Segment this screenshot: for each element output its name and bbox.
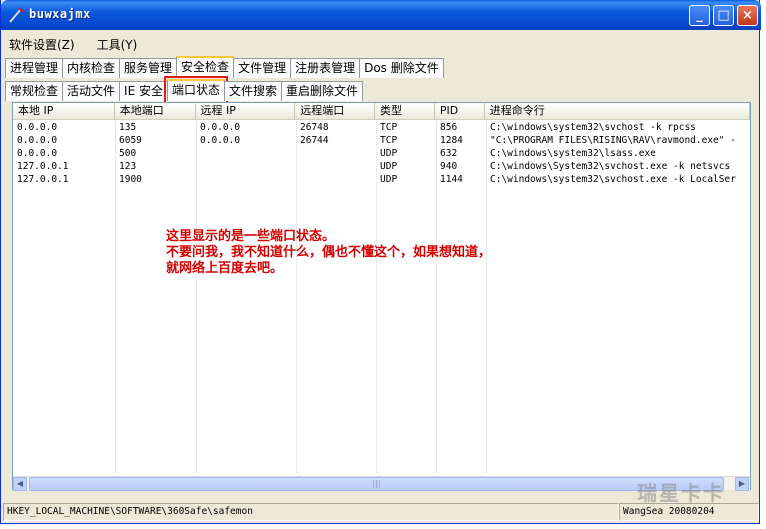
cell-command-line: C:\windows\system32\svchost -k rpcss bbox=[490, 122, 696, 133]
tab-reboot-delete[interactable]: 重启删除文件 bbox=[281, 81, 364, 101]
tab-dos-delete[interactable]: Dos 删除文件 bbox=[359, 58, 444, 78]
tab-registry[interactable]: 注册表管理 bbox=[290, 58, 361, 78]
table-row[interactable]: 0.0.0.0 500 UDP 632 C:\windows\system32\… bbox=[13, 147, 750, 160]
cell-local-port: 123 bbox=[119, 161, 137, 172]
cell-pid: 1144 bbox=[440, 174, 463, 185]
annotation-text: 这里显示的是一些端口状态。 不要问我，我不知道什么，偶也不懂这个，如果想知道， … bbox=[166, 229, 606, 277]
watermark-logo: 瑞星卡卡 bbox=[637, 481, 725, 505]
tab-port-status[interactable]: 端口状态 bbox=[163, 76, 228, 104]
cell-command-line: C:\windows\System32\svchost.exe -k netsv… bbox=[490, 161, 731, 172]
sub-tab-bar: 常规检查 活动文件 IE 安全 端口状态 文件搜索 重启删除文件 bbox=[5, 76, 364, 104]
cell-remote-ip bbox=[196, 160, 296, 173]
table-header: 本地 IP 本地端口 远程 IP 远程端口 类型 PID 进程命令行 bbox=[13, 103, 750, 120]
cell-local-ip: 0.0.0.0 bbox=[17, 122, 58, 133]
table-row[interactable]: 127.0.0.1 123 UDP 940 C:\windows\System3… bbox=[13, 160, 750, 173]
cell-type: TCP bbox=[380, 122, 398, 133]
menu-tools[interactable]: 工具(Y) bbox=[93, 36, 142, 54]
cell-pid: 940 bbox=[440, 161, 458, 172]
tab-general-check[interactable]: 常规检查 bbox=[5, 81, 64, 101]
cell-remote-port: 26744 bbox=[300, 135, 329, 146]
scroll-left-icon[interactable]: ◀ bbox=[13, 477, 27, 491]
cell-remote-port: 26748 bbox=[300, 122, 329, 133]
cell-remote-ip: 0.0.0.0 bbox=[200, 122, 241, 133]
cell-pid: 856 bbox=[440, 122, 458, 133]
column-remote-ip[interactable]: 远程 IP bbox=[195, 103, 296, 119]
tab-ie-security[interactable]: IE 安全 bbox=[119, 81, 168, 101]
cell-remote-ip: 0.0.0.0 bbox=[200, 135, 241, 146]
cell-local-ip: 127.0.0.1 bbox=[17, 174, 69, 185]
cell-command-line: C:\windows\system32\svchost.exe -k Local… bbox=[490, 174, 736, 185]
title-bar[interactable]: buwxajmx _ □ × bbox=[1, 0, 761, 30]
column-type[interactable]: 类型 bbox=[375, 103, 435, 119]
column-command-line[interactable]: 进程命令行 bbox=[484, 103, 750, 119]
table-row[interactable]: 0.0.0.0 135 0.0.0.0 26748 TCP 856 C:\win… bbox=[13, 121, 750, 134]
cell-type: TCP bbox=[380, 135, 398, 146]
status-registry-path: HKEY_LOCAL_MACHINE\SOFTWARE\360Safe\safe… bbox=[3, 503, 619, 521]
port-table[interactable]: 本地 IP 本地端口 远程 IP 远程端口 类型 PID 进程命令行 0.0.0… bbox=[12, 102, 751, 490]
column-remote-port[interactable]: 远程端口 bbox=[295, 103, 376, 119]
cell-local-port: 6059 bbox=[119, 135, 142, 146]
table-body: 0.0.0.0 135 0.0.0.0 26748 TCP 856 C:\win… bbox=[13, 121, 750, 186]
cell-local-ip: 127.0.0.1 bbox=[17, 161, 69, 172]
tab-files[interactable]: 文件管理 bbox=[233, 58, 292, 78]
cell-command-line: "C:\PROGRAM FILES\RISING\RAV\ravmond.exe… bbox=[490, 135, 736, 146]
table-row[interactable]: 0.0.0.0 6059 0.0.0.0 26744 TCP 1284 "C:\… bbox=[13, 134, 750, 147]
menu-bar: 软件设置(Z) 工具(Y) bbox=[5, 36, 141, 54]
close-button[interactable]: × bbox=[737, 5, 758, 26]
annotation-line: 就网络上百度去吧。 bbox=[166, 261, 284, 276]
tab-process[interactable]: 进程管理 bbox=[5, 58, 64, 78]
cell-type: UDP bbox=[380, 161, 398, 172]
minimize-button[interactable]: _ bbox=[689, 5, 710, 26]
tab-services[interactable]: 服务管理 bbox=[119, 58, 178, 78]
scroll-thumb[interactable]: ||| bbox=[29, 477, 724, 491]
cell-remote-port bbox=[296, 173, 376, 186]
annotation-line: 不要问我，我不知道什么，偶也不懂这个，如果想知道， bbox=[166, 245, 492, 260]
cell-remote-ip bbox=[196, 173, 296, 186]
maximize-icon: □ bbox=[717, 8, 730, 23]
app-window: buwxajmx _ □ × 软件设置(Z) 工具(Y) 进程管理 内核检查 服… bbox=[0, 0, 761, 524]
app-icon bbox=[9, 7, 24, 23]
cell-type: UDP bbox=[380, 148, 398, 159]
cell-remote-port bbox=[296, 160, 376, 173]
annotation-line: 这里显示的是一些端口状态。 bbox=[166, 229, 336, 244]
cell-remote-ip bbox=[196, 147, 296, 160]
cell-command-line: C:\windows\system32\lsass.exe bbox=[490, 148, 656, 159]
cell-type: UDP bbox=[380, 174, 398, 185]
cell-local-ip: 0.0.0.0 bbox=[17, 148, 58, 159]
column-local-ip[interactable]: 本地 IP bbox=[13, 103, 115, 119]
window-title: buwxajmx bbox=[29, 7, 91, 21]
cell-local-port: 135 bbox=[119, 122, 137, 133]
column-local-port[interactable]: 本地端口 bbox=[114, 103, 196, 119]
tab-active-files[interactable]: 活动文件 bbox=[62, 81, 121, 101]
tab-file-search[interactable]: 文件搜索 bbox=[223, 81, 282, 101]
tab-security[interactable]: 安全检查 bbox=[176, 56, 235, 78]
close-icon: × bbox=[742, 8, 753, 23]
column-pid[interactable]: PID bbox=[434, 103, 485, 119]
menu-settings[interactable]: 软件设置(Z) bbox=[5, 36, 79, 54]
cell-local-port: 500 bbox=[119, 148, 137, 159]
cell-pid: 632 bbox=[440, 148, 458, 159]
maximize-button[interactable]: □ bbox=[713, 5, 734, 26]
main-tab-bar: 进程管理 内核检查 服务管理 安全检查 文件管理 注册表管理 Dos 删除文件 bbox=[5, 56, 444, 78]
cell-pid: 1284 bbox=[440, 135, 463, 146]
minimize-icon: _ bbox=[696, 8, 703, 23]
tab-kernel[interactable]: 内核检查 bbox=[62, 58, 121, 78]
cell-local-ip: 0.0.0.0 bbox=[17, 135, 58, 146]
table-row[interactable]: 127.0.0.1 1900 UDP 1144 C:\windows\syste… bbox=[13, 173, 750, 186]
cell-remote-port bbox=[296, 147, 376, 160]
cell-local-port: 1900 bbox=[119, 174, 142, 185]
